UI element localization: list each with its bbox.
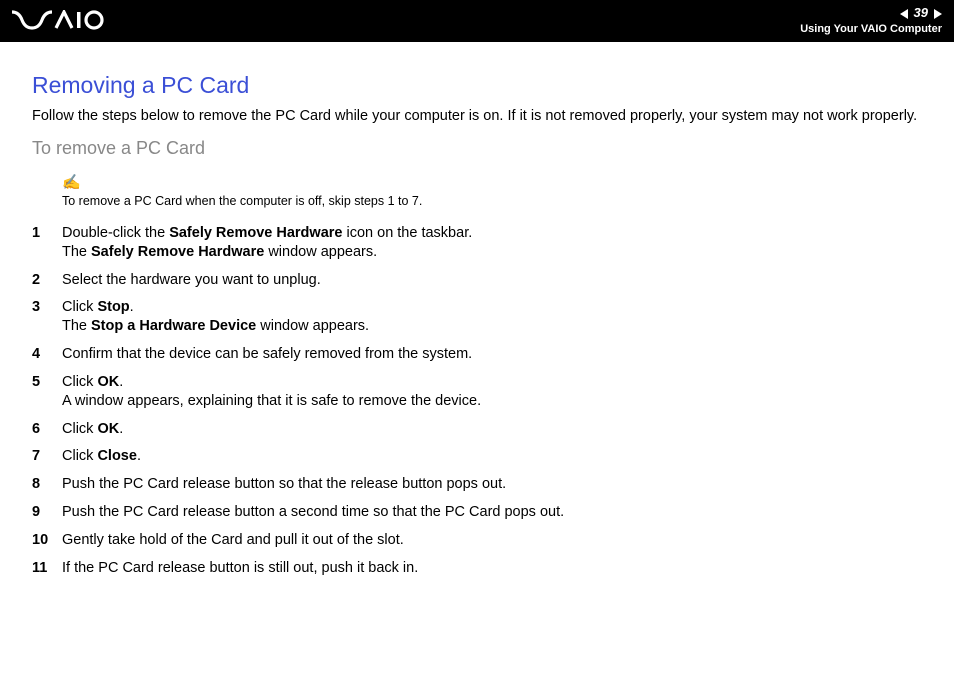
step-line: The Safely Remove Hardware window appear… [62, 243, 922, 262]
step-number: 11 [32, 559, 62, 578]
step-item: 8Push the PC Card release button so that… [32, 475, 922, 494]
next-page-icon[interactable] [934, 9, 942, 19]
step-line: Click OK. [62, 373, 922, 392]
step-item: 6Click OK. [32, 420, 922, 439]
text: Double-click the [62, 225, 169, 241]
step-line: Select the hardware you want to unplug. [62, 271, 922, 290]
step-line: Click Stop. [62, 298, 922, 317]
step-number: 5 [32, 373, 62, 411]
bold-text: OK [97, 374, 119, 390]
step-number: 8 [32, 475, 62, 494]
text: Gently take hold of the Card and pull it… [62, 532, 404, 548]
step-line: Confirm that the device can be safely re… [62, 345, 922, 364]
step-line: Gently take hold of the Card and pull it… [62, 531, 922, 550]
bold-text: Safely Remove Hardware [169, 225, 342, 241]
page-title: Removing a PC Card [32, 72, 922, 99]
step-line: Double-click the Safely Remove Hardware … [62, 224, 922, 243]
step-line: The Stop a Hardware Device window appear… [62, 317, 922, 336]
step-number: 6 [32, 420, 62, 439]
text: Click [62, 299, 97, 315]
note-text: To remove a PC Card when the computer is… [62, 194, 422, 208]
bold-text: Safely Remove Hardware [91, 244, 264, 260]
step-item: 11If the PC Card release button is still… [32, 559, 922, 578]
step-line: Click Close. [62, 447, 922, 466]
text: If the PC Card release button is still o… [62, 560, 418, 576]
step-body: Gently take hold of the Card and pull it… [62, 531, 922, 550]
page-content: Removing a PC Card Follow the steps belo… [0, 42, 954, 578]
step-number: 1 [32, 224, 62, 262]
step-body: Push the PC Card release button so that … [62, 475, 922, 494]
text: Push the PC Card release button so that … [62, 476, 506, 492]
section-name: Using Your VAIO Computer [800, 22, 942, 36]
step-item: 3Click Stop.The Stop a Hardware Device w… [32, 298, 922, 336]
step-item: 10Gently take hold of the Card and pull … [32, 531, 922, 550]
header-bar: 39 Using Your VAIO Computer [0, 0, 954, 42]
note-icon: ✍ [62, 173, 922, 191]
step-item: 2Select the hardware you want to unplug. [32, 271, 922, 290]
step-body: If the PC Card release button is still o… [62, 559, 922, 578]
text: A window appears, explaining that it is … [62, 393, 481, 409]
step-body: Push the PC Card release button a second… [62, 503, 922, 522]
text: The [62, 318, 91, 334]
intro-paragraph: Follow the steps below to remove the PC … [32, 107, 922, 126]
step-line: Push the PC Card release button a second… [62, 503, 922, 522]
bold-text: OK [97, 421, 119, 437]
step-body: Double-click the Safely Remove Hardware … [62, 224, 922, 262]
text: Confirm that the device can be safely re… [62, 346, 472, 362]
step-item: 5Click OK.A window appears, explaining t… [32, 373, 922, 411]
page-number: 39 [914, 5, 928, 22]
step-number: 10 [32, 531, 62, 550]
step-line: Click OK. [62, 420, 922, 439]
step-body: Click OK.A window appears, explaining th… [62, 373, 922, 411]
header-right: 39 Using Your VAIO Computer [800, 5, 942, 36]
text: Select the hardware you want to unplug. [62, 272, 321, 288]
step-body: Click Stop.The Stop a Hardware Device wi… [62, 298, 922, 336]
note-block: ✍ To remove a PC Card when the computer … [62, 173, 922, 210]
text: Click [62, 421, 97, 437]
step-line: If the PC Card release button is still o… [62, 559, 922, 578]
text: The [62, 244, 91, 260]
step-item: 7Click Close. [32, 447, 922, 466]
text: window appears. [264, 244, 377, 260]
text: Click [62, 448, 97, 464]
step-number: 4 [32, 345, 62, 364]
step-body: Click OK. [62, 420, 922, 439]
text: Click [62, 374, 97, 390]
bold-text: Stop a Hardware Device [91, 318, 256, 334]
step-item: 4Confirm that the device can be safely r… [32, 345, 922, 364]
text: . [137, 448, 141, 464]
step-body: Confirm that the device can be safely re… [62, 345, 922, 364]
step-number: 2 [32, 271, 62, 290]
page-navigation: 39 [900, 5, 942, 22]
text: . [119, 374, 123, 390]
step-item: 1Double-click the Safely Remove Hardware… [32, 224, 922, 262]
step-number: 7 [32, 447, 62, 466]
text: . [130, 299, 134, 315]
steps-list: 1Double-click the Safely Remove Hardware… [32, 224, 922, 578]
step-item: 9Push the PC Card release button a secon… [32, 503, 922, 522]
step-body: Select the hardware you want to unplug. [62, 271, 922, 290]
step-number: 9 [32, 503, 62, 522]
step-line: Push the PC Card release button so that … [62, 475, 922, 494]
bold-text: Close [97, 448, 137, 464]
text: window appears. [256, 318, 369, 334]
subtitle: To remove a PC Card [32, 138, 922, 159]
step-body: Click Close. [62, 447, 922, 466]
bold-text: Stop [97, 299, 129, 315]
vaio-logo [12, 6, 104, 37]
text: icon on the taskbar. [342, 225, 472, 241]
step-line: A window appears, explaining that it is … [62, 392, 922, 411]
step-number: 3 [32, 298, 62, 336]
vaio-logo-svg [12, 10, 104, 30]
prev-page-icon[interactable] [900, 9, 908, 19]
text: . [119, 421, 123, 437]
text: Push the PC Card release button a second… [62, 504, 564, 520]
